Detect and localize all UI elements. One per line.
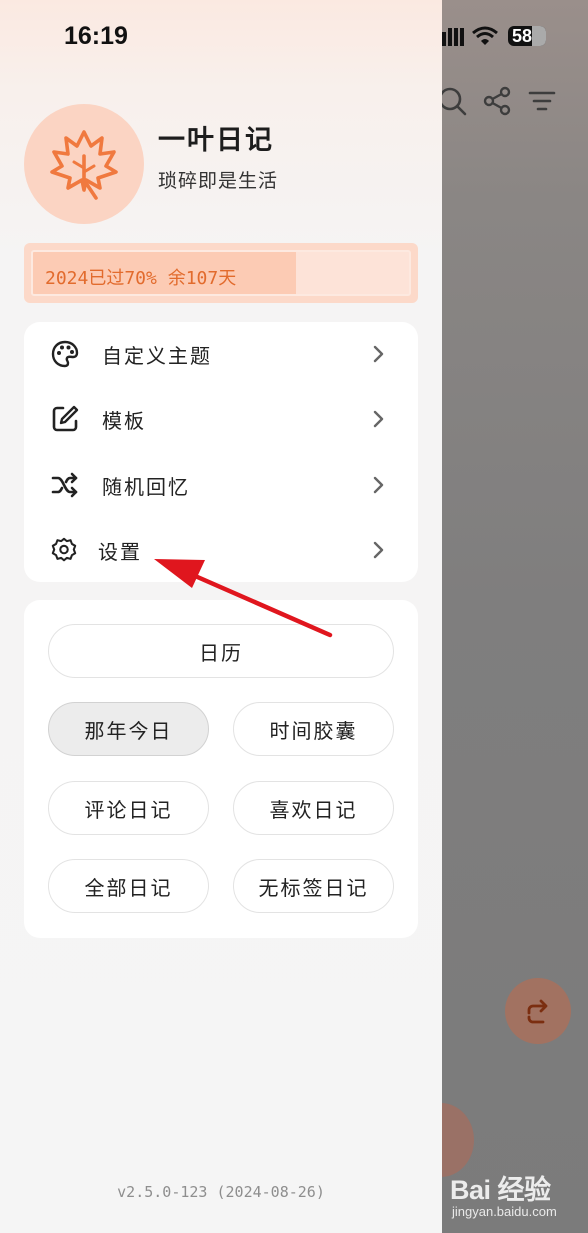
watermark-url: jingyan.baidu.com bbox=[452, 1204, 557, 1219]
menu-label-custom-theme: 自定义主题 bbox=[102, 343, 212, 368]
chevron-right-icon bbox=[373, 541, 384, 559]
edit-icon bbox=[52, 405, 79, 432]
filter-icon[interactable] bbox=[528, 90, 556, 112]
chevron-right-icon bbox=[373, 345, 384, 363]
battery-icon: 58 bbox=[508, 26, 546, 46]
commented-diary-button[interactable]: 评论日记 bbox=[48, 781, 209, 835]
time-capsule-button[interactable]: 时间胶囊 bbox=[233, 702, 394, 756]
version-label: v2.5.0-123 (2024-08-26) bbox=[117, 1183, 325, 1201]
menu-label-random-memory: 随机回忆 bbox=[102, 474, 190, 499]
app-avatar[interactable] bbox=[24, 104, 144, 224]
shortcut-card: 日历 那年今日 时间胶囊 评论日记 喜欢日记 全部日记 无标签日记 bbox=[24, 600, 418, 938]
wifi-icon bbox=[472, 26, 498, 45]
chevron-right-icon bbox=[373, 476, 384, 494]
redo-icon bbox=[527, 999, 548, 1024]
menu-item-random-memory[interactable]: 随机回忆 bbox=[24, 453, 418, 517]
watermark-brand: Bai 经验 bbox=[450, 1175, 551, 1205]
redo-fab[interactable] bbox=[505, 978, 571, 1044]
gear-icon bbox=[51, 537, 77, 562]
share-icon[interactable] bbox=[482, 86, 512, 116]
shuffle-icon bbox=[51, 472, 78, 498]
calendar-button[interactable]: 日历 bbox=[48, 624, 394, 678]
status-icons: 58 bbox=[428, 22, 558, 52]
menu-item-template[interactable]: 模板 bbox=[24, 387, 418, 451]
search-icon[interactable] bbox=[438, 86, 468, 116]
menu-item-settings[interactable]: 设置 bbox=[24, 518, 418, 582]
maple-leaf-icon bbox=[50, 130, 118, 200]
menu-label-template: 模板 bbox=[102, 408, 146, 433]
palette-icon bbox=[51, 340, 79, 368]
all-diary-button[interactable]: 全部日记 bbox=[48, 859, 209, 913]
untagged-diary-button[interactable]: 无标签日记 bbox=[233, 859, 394, 913]
app-slogan: 琐碎即是生活 bbox=[158, 170, 279, 192]
status-time: 16:19 bbox=[64, 22, 128, 50]
year-progress-track: 2024已过70% 余107天 bbox=[31, 250, 411, 296]
liked-diary-button[interactable]: 喜欢日记 bbox=[233, 781, 394, 835]
year-progress-bar: 2024已过70% 余107天 bbox=[24, 243, 418, 303]
menu-label-settings: 设置 bbox=[98, 539, 142, 564]
year-progress-text: 2024已过70% 余107天 bbox=[45, 268, 237, 289]
menu-item-custom-theme[interactable]: 自定义主题 bbox=[24, 322, 418, 386]
battery-level: 58 bbox=[512, 26, 533, 46]
on-this-day-button[interactable]: 那年今日 bbox=[48, 702, 209, 756]
side-drawer: 16:19 一叶日记 琐碎即是生活 2024已过70% 余107天 自定义主题 bbox=[0, 0, 442, 1233]
menu-card: 自定义主题 模板 随机回忆 设置 bbox=[24, 322, 418, 582]
app-title: 一叶日记 bbox=[158, 125, 274, 156]
chevron-right-icon bbox=[373, 410, 384, 428]
baidu-jingyan-watermark: Bai 经验 jingyan.baidu.com bbox=[450, 1168, 580, 1228]
